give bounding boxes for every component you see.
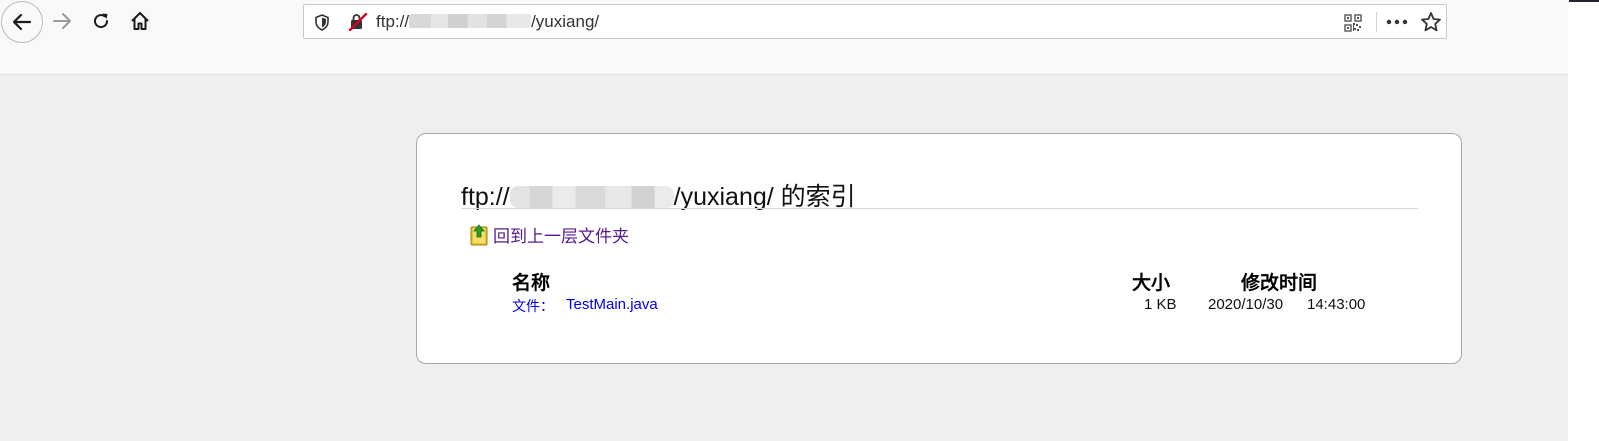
url-scheme: ftp://	[376, 12, 410, 31]
reload-icon	[94, 13, 109, 29]
home-button[interactable]	[124, 5, 156, 37]
file-size: 1 KB	[1144, 296, 1177, 313]
url-bar[interactable]: ftp:// /yuxiang/	[303, 4, 1447, 39]
column-header-size[interactable]: 大小	[1132, 268, 1170, 295]
directory-listing: ftp:///yuxiang/ 的索引 回到上一层文件夹 名称 大小 修改时间 …	[416, 133, 1462, 364]
column-header-modified[interactable]: 修改时间	[1241, 268, 1317, 295]
home-icon	[131, 12, 149, 30]
url-text[interactable]: ftp:// /yuxiang/	[376, 5, 599, 38]
title-suffix: /yuxiang/ 的索引	[673, 183, 856, 211]
file-modified-time: 14:43:00	[1307, 296, 1366, 313]
reload-button[interactable]	[85, 5, 117, 37]
file-modified-date: 2020/10/30	[1208, 296, 1284, 313]
url-host-redacted	[409, 14, 532, 28]
more-horizontal-icon[interactable]	[1385, 13, 1409, 31]
insecure-connection-icon[interactable]	[348, 13, 368, 31]
shield-icon[interactable]	[314, 14, 330, 31]
title-host-redacted	[509, 186, 674, 208]
parent-directory-link[interactable]: 回到上一层文件夹	[469, 222, 629, 247]
title-prefix: ftp://	[461, 183, 510, 211]
window-edge	[1568, 0, 1599, 441]
arrow-right-icon	[53, 13, 71, 29]
forward-button[interactable]	[46, 5, 78, 37]
up-folder-icon	[470, 223, 488, 245]
column-header-name[interactable]: 名称	[512, 268, 550, 295]
parent-directory-label: 回到上一层文件夹	[493, 227, 629, 246]
url-bar-separator	[1376, 12, 1377, 32]
back-button[interactable]	[1, 1, 43, 43]
title-divider	[461, 208, 1418, 209]
window-edge-mark	[1569, 0, 1599, 2]
star-icon[interactable]	[1420, 11, 1442, 33]
file-link[interactable]: TestMain.java	[566, 296, 658, 313]
dots-icon	[1386, 19, 1408, 25]
url-path: /yuxiang/	[531, 12, 600, 31]
arrow-left-icon	[12, 13, 32, 31]
file-type-label: 文件：	[512, 298, 554, 314]
qr-code-icon[interactable]	[1344, 14, 1362, 32]
browser-toolbar: ftp:// /yuxiang/	[0, 0, 1568, 75]
